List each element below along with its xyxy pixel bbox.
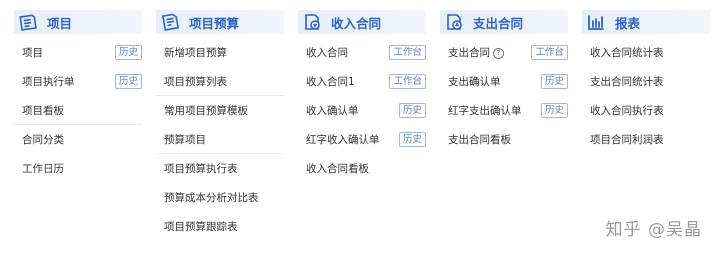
menu-item-income-contract[interactable]: 收入合同 工作台 [298, 38, 426, 67]
menu-item-expense-contract[interactable]: 支出合同? 工作台 [440, 38, 568, 67]
help-icon[interactable]: ? [493, 47, 504, 59]
item-label: 项目预算执行表 [164, 163, 238, 175]
column-expense: 支出合同 支出合同? 工作台 支出确认单 历史 红字支出确认单 历史 支出合同看板 [440, 10, 568, 154]
item-label: 支出合同统计表 [590, 76, 664, 88]
item-label: 收入合同统计表 [590, 47, 664, 59]
menu-item-project-execution[interactable]: 项目执行单 历史 [14, 67, 142, 96]
column-header-budget: 项目预算 [156, 10, 284, 34]
menu-item-expense-stats[interactable]: 支出合同统计表 [582, 67, 710, 96]
item-label: 收入合同执行表 [590, 105, 664, 117]
item-label: 新增项目预算 [164, 47, 227, 59]
item-label-wrap: 支出合同? [448, 45, 504, 60]
menu-item-contract-category[interactable]: 合同分类 [14, 125, 142, 154]
history-badge[interactable]: 历史 [114, 74, 142, 89]
document-list-icon [17, 11, 39, 33]
menu-item-red-expense-confirmation[interactable]: 红字支出确认单 历史 [440, 96, 568, 125]
budget-document-icon [159, 11, 181, 33]
menu-item-expense-confirmation[interactable]: 支出确认单 历史 [440, 67, 568, 96]
item-label: 项目合同利润表 [590, 134, 664, 146]
menu-item-budget-execution[interactable]: 项目预算执行表 [156, 154, 284, 183]
history-badge[interactable]: 历史 [540, 103, 568, 118]
column-header-project: 项目 [14, 10, 142, 34]
column-title: 收入合同 [331, 15, 382, 31]
item-label: 收入合同看板 [306, 163, 369, 175]
menu-item-red-income-confirmation[interactable]: 红字收入确认单 历史 [298, 125, 426, 154]
column-income: 收入合同 收入合同 工作台 收入合同1 工作台 收入确认单 历史 红字收入确认单 历史 … [298, 10, 426, 183]
item-label: 收入合同 [306, 47, 348, 59]
menu-item-project[interactable]: 项目 历史 [14, 38, 142, 67]
item-label: 项目 [22, 47, 43, 59]
watermark: 知乎 @吴晶 [605, 220, 702, 240]
column-title: 报表 [615, 15, 641, 31]
column-title: 支出合同 [473, 15, 524, 31]
item-label: 项目预算跟踪表 [164, 221, 238, 233]
item-label: 预算成本分析对比表 [164, 192, 259, 204]
menu-item-expense-board[interactable]: 支出合同看板 [440, 125, 568, 154]
workbench-badge[interactable]: 工作台 [389, 45, 426, 60]
column-header-expense: 支出合同 [440, 10, 568, 34]
item-label: 工作日历 [22, 163, 64, 175]
menu-item-cost-analysis[interactable]: 预算成本分析对比表 [156, 183, 284, 212]
expense-contract-icon [443, 11, 465, 33]
item-label: 项目预算列表 [164, 75, 227, 88]
history-badge[interactable]: 历史 [398, 132, 426, 147]
menu-item-income-board[interactable]: 收入合同看板 [298, 154, 426, 183]
item-label: 红字收入确认单 [306, 134, 380, 146]
menu-item-budget-template[interactable]: 常用项目预算模板 [156, 96, 284, 125]
column-header-income: 收入合同 [298, 10, 426, 34]
column-title: 项目 [47, 15, 73, 31]
item-label: 支出合同看板 [448, 134, 511, 146]
menu-item-profit-report[interactable]: 项目合同利润表 [582, 125, 710, 154]
item-label: 项目看板 [22, 104, 64, 117]
item-label: 收入合同1 [306, 76, 355, 88]
item-label: 支出合同 [448, 47, 490, 59]
column-budget: 项目预算 新增项目预算 项目预算列表 常用项目预算模板 预算项目 项目预算执行表… [156, 10, 284, 241]
menu-item-budget-list[interactable]: 项目预算列表 [156, 67, 284, 96]
menu-item-work-calendar[interactable]: 工作日历 [14, 154, 142, 183]
column-header-report: 报表 [582, 10, 710, 34]
column-project: 项目 项目 历史 项目执行单 历史 项目看板 合同分类 工作日历 [14, 10, 142, 183]
workbench-badge[interactable]: 工作台 [389, 74, 426, 89]
history-badge[interactable]: 历史 [398, 103, 426, 118]
item-label: 红字支出确认单 [448, 105, 522, 117]
menu-item-income-stats[interactable]: 收入合同统计表 [582, 38, 710, 67]
item-label: 支出确认单 [448, 76, 501, 88]
item-label: 预算项目 [164, 133, 206, 146]
history-badge[interactable]: 历史 [114, 45, 142, 60]
menu-item-income-confirmation[interactable]: 收入确认单 历史 [298, 96, 426, 125]
workbench-badge[interactable]: 工作台 [531, 45, 568, 60]
item-label: 合同分类 [22, 134, 64, 146]
menu-item-income-contract-1[interactable]: 收入合同1 工作台 [298, 67, 426, 96]
column-report: 报表 收入合同统计表 支出合同统计表 收入合同执行表 项目合同利润表 [582, 10, 710, 154]
menu-item-income-execution[interactable]: 收入合同执行表 [582, 96, 710, 125]
item-label: 收入确认单 [306, 105, 359, 117]
income-contract-icon [301, 11, 323, 33]
menu-item-budget-project[interactable]: 预算项目 [156, 125, 284, 154]
column-title: 项目预算 [189, 15, 240, 31]
menu-item-budget-tracking[interactable]: 项目预算跟踪表 [156, 212, 284, 241]
item-label: 项目执行单 [22, 76, 75, 88]
menu-item-new-budget[interactable]: 新增项目预算 [156, 38, 284, 67]
report-chart-icon [585, 11, 607, 33]
item-label: 常用项目预算模板 [164, 105, 248, 117]
history-badge[interactable]: 历史 [540, 74, 568, 89]
menu-item-project-board[interactable]: 项目看板 [14, 96, 142, 125]
